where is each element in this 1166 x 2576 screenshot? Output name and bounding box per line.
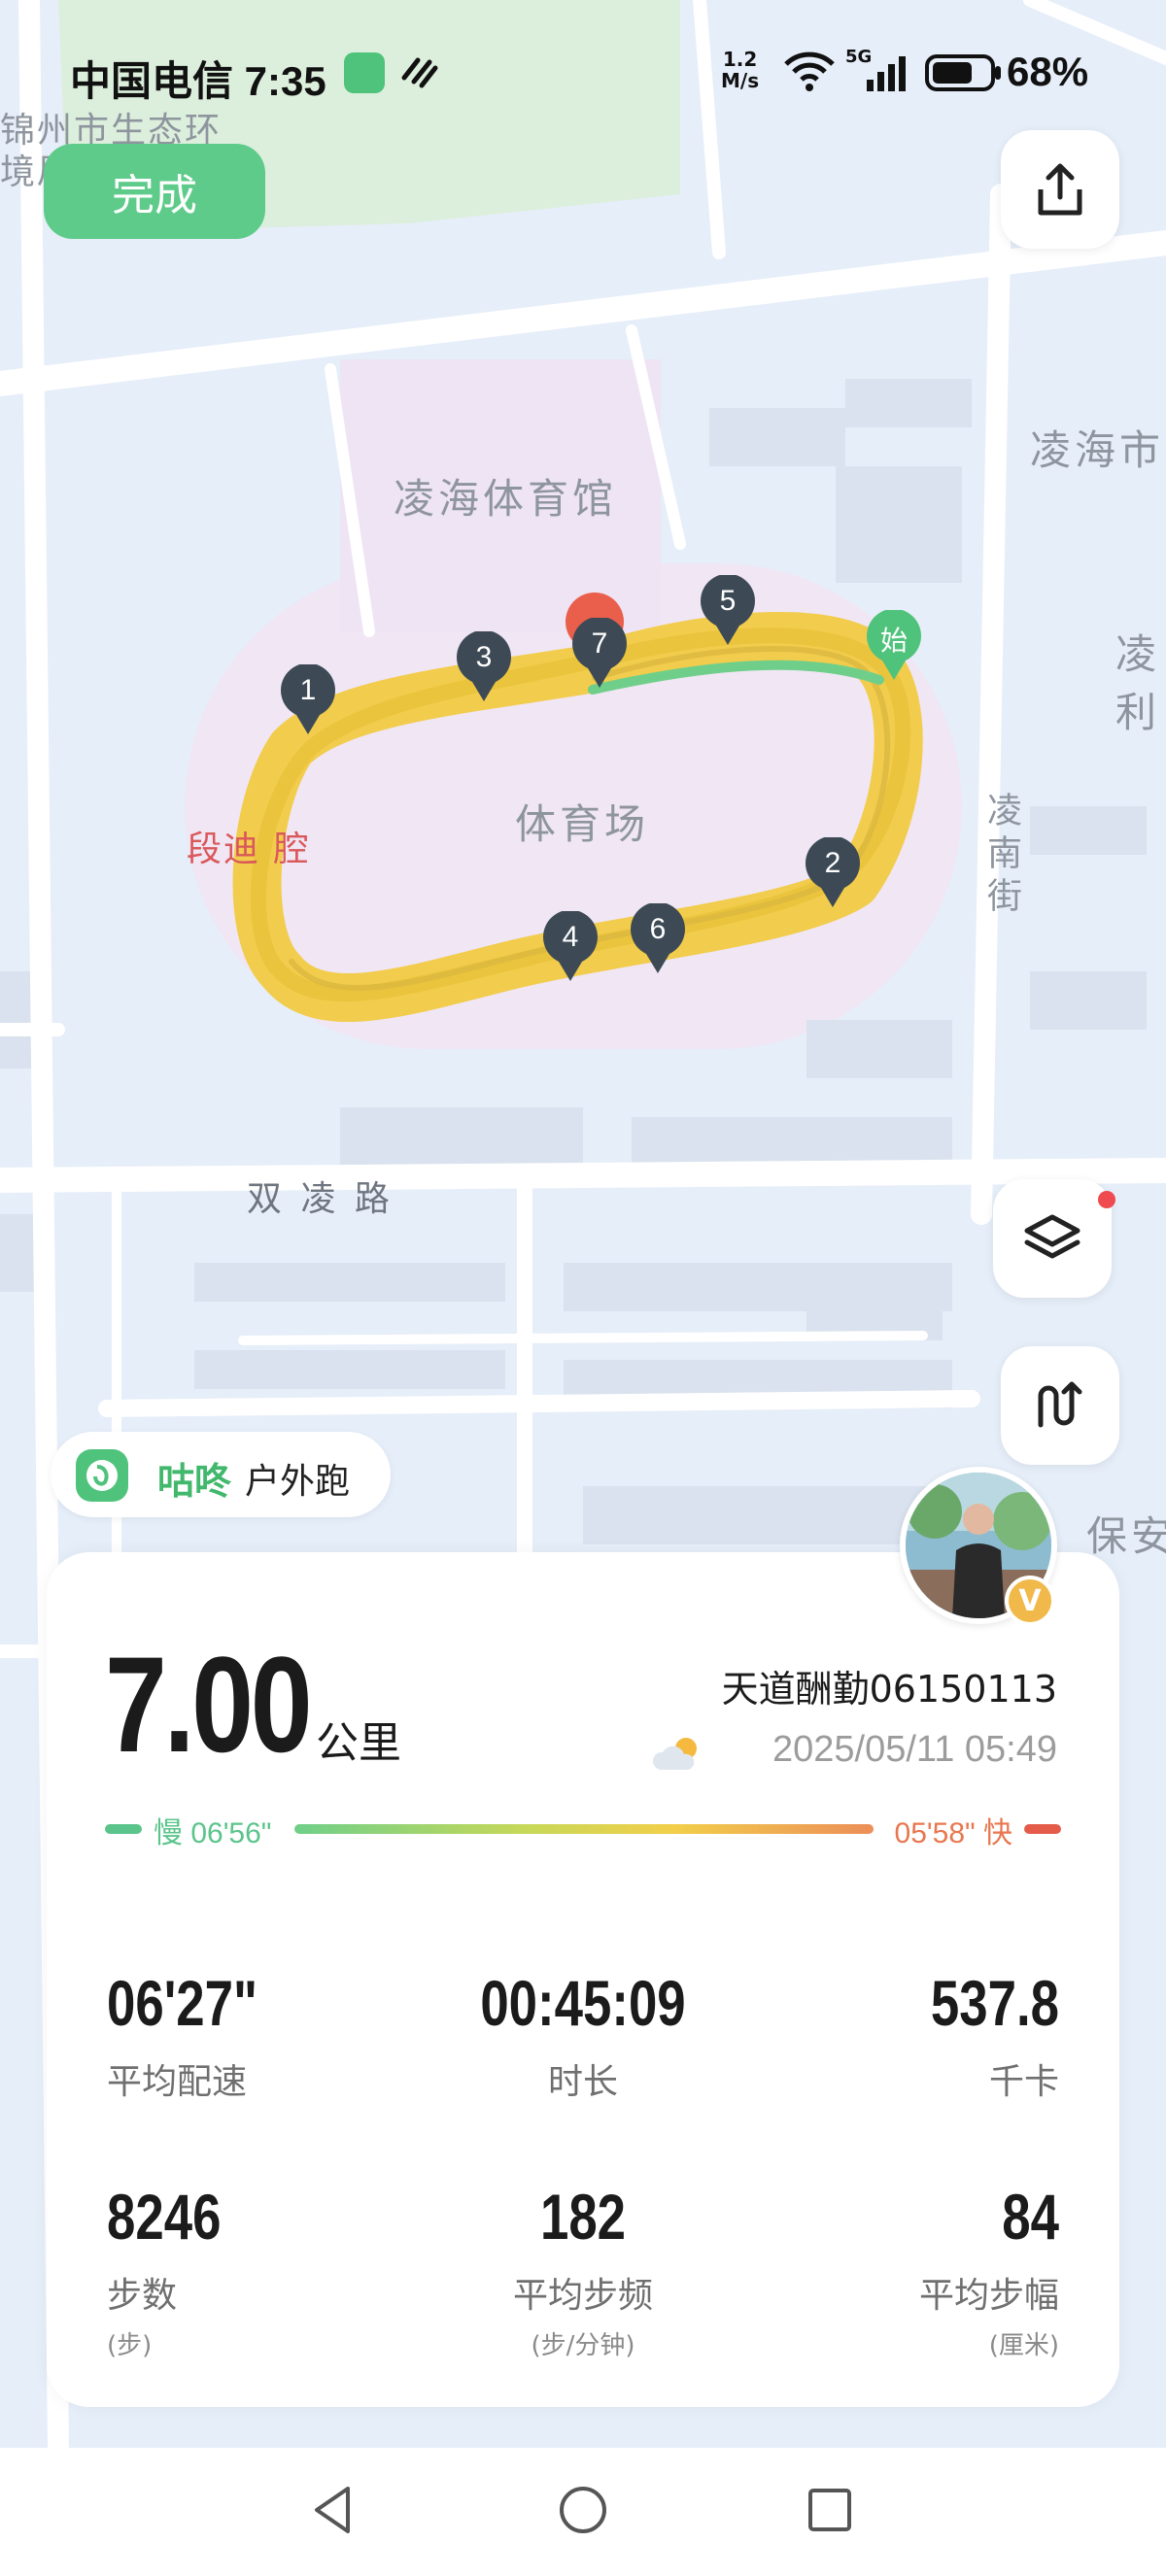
network-speed-value: 1.2 [722, 48, 758, 71]
network-speed-unit: M/s [721, 69, 760, 92]
km-marker-2[interactable]: 2 [804, 835, 862, 909]
stat-label: 平均步频 [512, 2276, 653, 2316]
km-marker-label: 3 [475, 641, 493, 673]
stat-value: 06'27" [107, 1967, 258, 2039]
stat-value: 537.8 [930, 1967, 1059, 2039]
map-label-road: 双 凌 路 [247, 1179, 394, 1219]
signal-icon [867, 56, 906, 91]
stat-unit: (步) [107, 2331, 153, 2360]
pace-slow-cap [105, 1824, 142, 1834]
wifi-icon [784, 51, 835, 91]
map-label-poi: 段迪 腔 [187, 830, 311, 869]
activity-type: 户外跑 [245, 1462, 351, 1502]
pace-fast-cap [1024, 1824, 1061, 1834]
stat-duration: 00:45:09 时长 [428, 1966, 738, 2104]
distance-value: 7.00 [105, 1628, 313, 1780]
pace-fast-label: 05'58" 快 [894, 1817, 1012, 1849]
notification-dot [1098, 1191, 1115, 1208]
distance-unit: 公里 [316, 1718, 401, 1768]
start-marker-label: 始 [879, 626, 908, 656]
workout-datetime: 2025/05/11 05:49 [772, 1729, 1057, 1770]
share-icon [1038, 163, 1082, 216]
map-label-stadium: 体育场 [515, 800, 650, 848]
map-label-gym: 凌海体育馆 [394, 475, 618, 523]
stat-value: 00:45:09 [480, 1967, 686, 2039]
system-nav-bar [0, 2448, 1166, 2576]
status-bar: 中国电信 7:35 1.2 M/s 5G 68% [0, 39, 1166, 107]
km-marker-label: 1 [299, 674, 317, 706]
battery-icon [925, 54, 1001, 91]
map-layers-button[interactable] [993, 1179, 1112, 1298]
km-marker-4[interactable]: 4 [541, 909, 600, 983]
stat-value: 182 [539, 2181, 627, 2253]
stat-value: 84 [1002, 2181, 1059, 2253]
stat-stride: 84 平均步幅 (厘米) [748, 2180, 1059, 2361]
km-marker-1[interactable]: 1 [279, 662, 337, 736]
codoon-logo-icon [76, 1449, 128, 1502]
pace-gradient [294, 1824, 874, 1834]
km-marker-label: 5 [719, 585, 737, 617]
partly-cloudy-icon [652, 1738, 697, 1770]
battery-percent: 68% [1007, 49, 1089, 94]
km-marker-3[interactable]: 3 [455, 629, 513, 703]
map-label-street: 凌南街 [981, 792, 1021, 920]
map-label-right-1: 凌 [1115, 630, 1161, 678]
km-marker-7[interactable]: 7 [570, 616, 629, 690]
km-marker-label: 4 [562, 921, 579, 953]
km-marker-label: 7 [591, 627, 608, 660]
notification-icon [401, 57, 438, 88]
route-button[interactable] [1001, 1346, 1119, 1465]
done-button[interactable]: 完成 [44, 144, 265, 239]
km-marker-label: 6 [649, 913, 667, 945]
stat-unit: (厘米) [988, 2331, 1059, 2360]
stat-cadence: 182 平均步频 (步/分钟) [428, 2180, 738, 2361]
stat-value: 8246 [107, 2181, 222, 2253]
map-label-baoan: 保安 [1086, 1512, 1166, 1560]
app-notification-icon [344, 52, 385, 93]
km-marker-6[interactable]: 6 [629, 901, 687, 975]
pace-slow-label: 慢 06'56" [154, 1817, 272, 1849]
km-marker-5[interactable]: 5 [699, 573, 757, 647]
app-logo-glyph [86, 1460, 118, 1491]
stat-label: 平均配速 [107, 2062, 248, 2102]
map-label-right-2: 利 [1115, 689, 1161, 736]
carrier-time: 中国电信 7:35 [70, 58, 326, 104]
pace-range-bar: 慢 06'56" 05'58" 快 [105, 1809, 1061, 1851]
route-icon [1038, 1381, 1082, 1428]
stat-avg-pace: 06'27" 平均配速 [107, 1966, 418, 2104]
stat-label: 步数 [107, 2276, 178, 2316]
stat-unit: (步/分钟) [531, 2331, 635, 2360]
app-badge: 咕咚 户外跑 [51, 1432, 391, 1517]
stat-label: 千卡 [988, 2062, 1059, 2102]
network-speed: 1.2 M/s [721, 49, 759, 91]
recents-icon[interactable] [799, 2479, 861, 2541]
stat-steps: 8246 步数 (步) [107, 2180, 418, 2361]
back-icon[interactable] [303, 2479, 365, 2541]
km-marker-label: 2 [824, 847, 841, 879]
layers-icon [1024, 1214, 1080, 1259]
start-marker[interactable]: 始 [865, 608, 923, 682]
stat-label: 时长 [547, 2062, 618, 2102]
map-label-linghai-city: 凌海市 [1030, 426, 1165, 474]
stat-calories: 537.8 千卡 [748, 1966, 1059, 2104]
home-icon[interactable] [552, 2479, 614, 2541]
verified-badge: V [1005, 1576, 1055, 1626]
share-button[interactable] [1001, 130, 1119, 249]
app-name: 咕咚 [157, 1460, 232, 1503]
username: 天道酬勤06150113 [721, 1668, 1057, 1711]
stat-label: 平均步幅 [918, 2276, 1059, 2316]
